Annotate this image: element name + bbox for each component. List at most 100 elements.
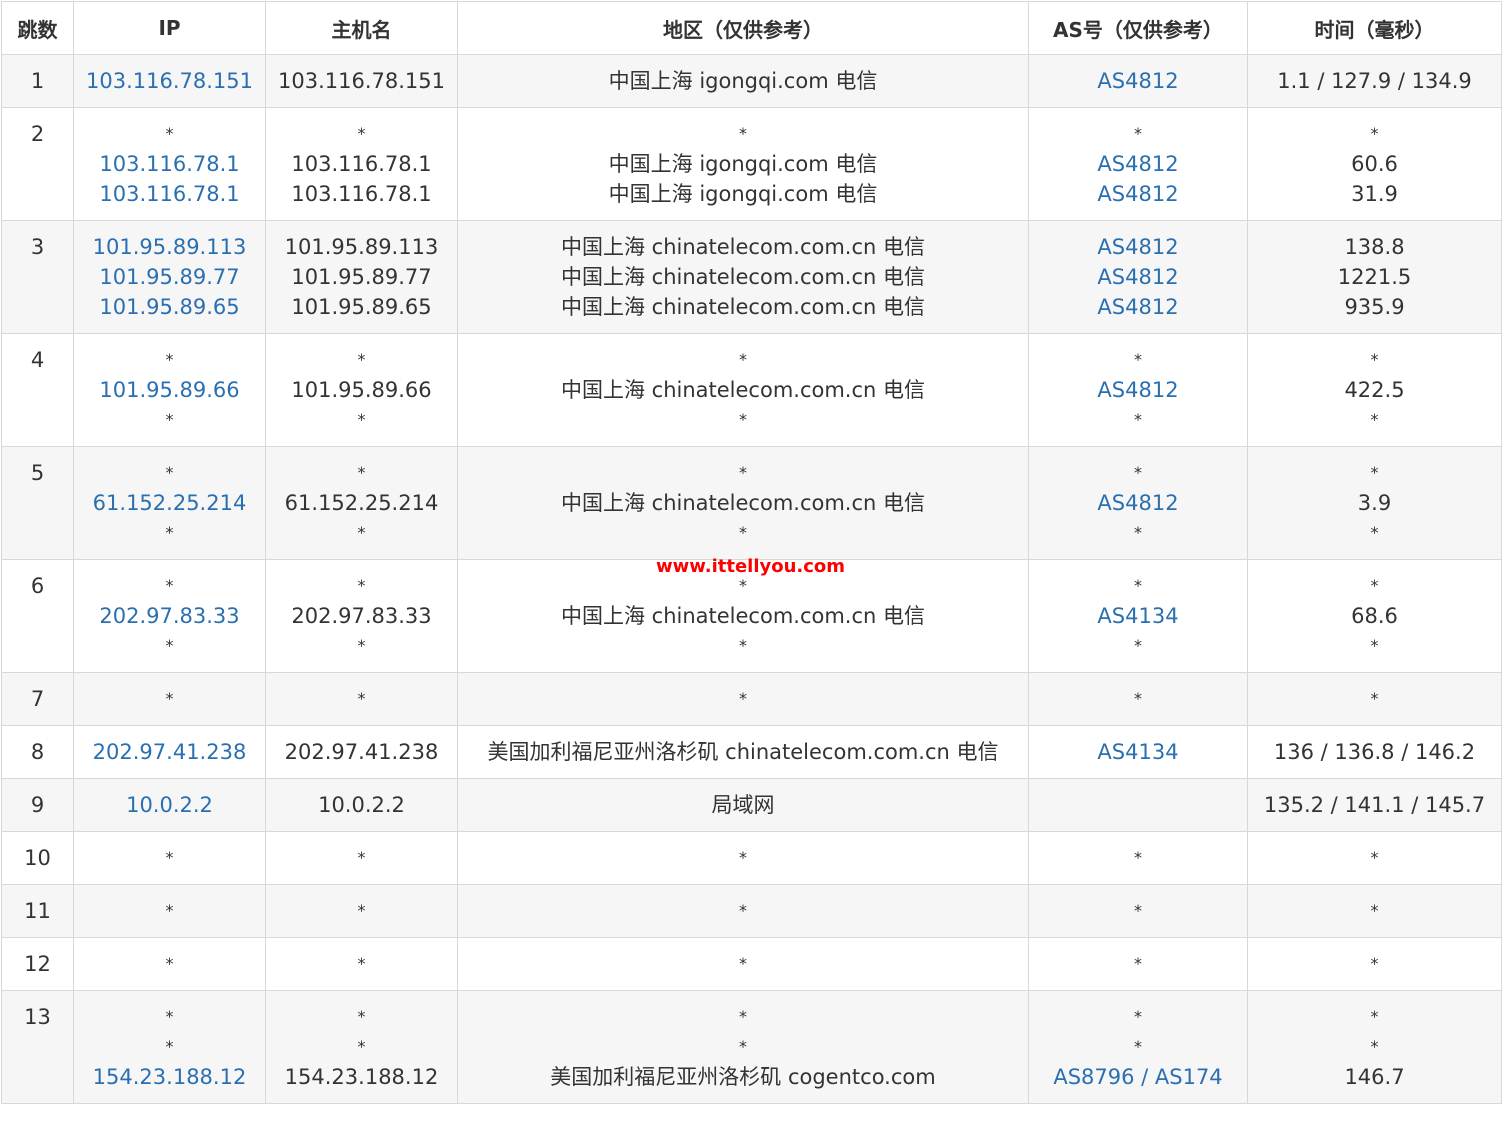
hostname-cell: 202.97.41.238	[265, 725, 458, 779]
region-value: 中国上海 igongqi.com 电信	[608, 182, 878, 206]
ip-value-link[interactable]: 61.152.25.214	[74, 488, 265, 518]
header-as: AS号（仅供参考）	[1028, 1, 1248, 55]
hop-cell: 8	[1, 725, 74, 779]
as-value-link[interactable]: AS4134	[1029, 601, 1247, 631]
region-value: 中国上海 chinatelecom.com.cn 电信	[560, 235, 926, 259]
table-row: 5 * 61.152.25.214 * * 61.152.25.214 * * 中国上海 chi…	[1, 446, 1502, 560]
ip-value-link[interactable]: 101.95.89.66	[74, 375, 265, 405]
as-value-link[interactable]: AS4812	[1029, 262, 1247, 292]
no-response-marker: *	[357, 350, 366, 369]
ip-value-link[interactable]: 103.116.78.151	[74, 66, 265, 96]
no-response-marker: *	[1134, 523, 1142, 542]
no-response-marker: *	[1370, 350, 1379, 369]
ip-value-link[interactable]: 202.97.83.33	[74, 601, 265, 631]
no-response-marker: *	[1134, 901, 1142, 920]
hop-cell: 4	[1, 333, 74, 447]
region-value: 中国上海 chinatelecom.com.cn 电信	[560, 491, 926, 515]
no-response-marker: *	[1370, 636, 1379, 655]
time-cell: * 68.6 *	[1247, 559, 1502, 673]
hostname-cell: * 103.116.78.1 103.116.78.1	[265, 107, 458, 221]
no-response-marker: *	[165, 636, 174, 655]
no-response-marker: *	[357, 901, 366, 920]
as-cell: * AS4812 AS4812	[1028, 107, 1248, 221]
ip-value-link[interactable]: 10.0.2.2	[74, 790, 265, 820]
no-response-marker: *	[357, 523, 366, 542]
as-value-link[interactable]: AS4812	[1029, 232, 1247, 262]
no-response-marker: *	[1134, 124, 1142, 143]
no-response-marker: *	[357, 1007, 366, 1026]
no-response-marker: *	[1134, 350, 1142, 369]
region-value: 中国上海 igongqi.com 电信	[608, 69, 878, 93]
host-value: 202.97.83.33	[291, 604, 432, 628]
time-cell: * 60.6 31.9	[1247, 107, 1502, 221]
no-response-marker: *	[739, 1007, 747, 1026]
no-response-marker: *	[165, 463, 174, 482]
time-cell: * 3.9 *	[1247, 446, 1502, 560]
as-value-link[interactable]: AS4134	[1029, 737, 1247, 767]
traceroute-table: 跳数 IP 主机名 地区（仅供参考） AS号（仅供参考） 时间（毫秒） 1 103…	[1, 1, 1502, 1104]
time-cell: *	[1247, 831, 1502, 885]
ip-value-link[interactable]: 202.97.41.238	[74, 737, 265, 767]
region-value: 美国加利福尼亚州洛杉矶 chinatelecom.com.cn 电信	[487, 740, 999, 764]
ip-value-link[interactable]: 154.23.188.12	[74, 1062, 265, 1092]
region-cell: 美国加利福尼亚州洛杉矶 chinatelecom.com.cn 电信	[457, 725, 1029, 779]
no-response-marker: *	[1370, 463, 1379, 482]
as-cell: *	[1028, 884, 1248, 938]
no-response-marker: *	[357, 576, 366, 595]
watermark-text: www.ittellyou.com	[656, 556, 846, 577]
time-cell: *	[1247, 937, 1502, 991]
no-response-marker: *	[739, 410, 747, 429]
no-response-marker: *	[357, 689, 366, 708]
as-value-link[interactable]: AS4812	[1029, 375, 1247, 405]
as-value-link[interactable]: AS4812	[1029, 179, 1247, 209]
hostname-cell: * 61.152.25.214 *	[265, 446, 458, 560]
region-cell: * * 美国加利福尼亚州洛杉矶 cogentco.com	[457, 990, 1029, 1104]
table-row: 10 * * * * *	[1, 831, 1502, 885]
ip-value-link[interactable]: 103.116.78.1	[74, 179, 265, 209]
as-value-link[interactable]: AS8796 / AS174	[1029, 1062, 1247, 1092]
as-cell: *	[1028, 672, 1248, 726]
no-response-marker: *	[165, 410, 174, 429]
as-value-link[interactable]: AS4812	[1029, 488, 1247, 518]
region-cell: * 中国上海 chinatelecom.com.cn 电信 *	[457, 446, 1029, 560]
region-cell: 中国上海 igongqi.com 电信	[457, 54, 1029, 108]
as-value-link[interactable]: AS4812	[1029, 292, 1247, 322]
no-response-marker: *	[739, 124, 747, 143]
no-response-marker: *	[739, 901, 747, 920]
ip-cell: 202.97.41.238	[73, 725, 266, 779]
ip-cell: *	[73, 831, 266, 885]
host-value: 103.116.78.1	[291, 182, 432, 206]
region-value: 局域网	[711, 793, 775, 817]
no-response-marker: *	[1370, 954, 1379, 973]
region-cell: 局域网	[457, 778, 1029, 832]
hop-cell: 10	[1, 831, 74, 885]
time-cell: 136 / 136.8 / 146.2	[1247, 725, 1502, 779]
no-response-marker: *	[357, 124, 366, 143]
time-cell: * 422.5 *	[1247, 333, 1502, 447]
hop-cell: 2	[1, 107, 74, 221]
time-cell: *	[1247, 884, 1502, 938]
hop-number: 11	[24, 899, 51, 923]
no-response-marker: *	[165, 1037, 174, 1056]
as-cell: * AS4812 *	[1028, 333, 1248, 447]
host-value: 202.97.41.238	[284, 740, 439, 764]
ip-value-link[interactable]: 103.116.78.1	[74, 149, 265, 179]
host-value: 103.116.78.151	[278, 69, 445, 93]
region-value: 中国上海 chinatelecom.com.cn 电信	[560, 604, 926, 628]
as-value-link[interactable]: AS4812	[1029, 66, 1247, 96]
ip-value-link[interactable]: 101.95.89.77	[74, 262, 265, 292]
time-value: 138.8	[1344, 235, 1405, 259]
ip-value-link[interactable]: 101.95.89.65	[74, 292, 265, 322]
ip-cell: 103.116.78.151	[73, 54, 266, 108]
no-response-marker: *	[1370, 523, 1379, 542]
table-row: 8 202.97.41.238 202.97.41.238 美国加利福尼亚州洛杉矶 c…	[1, 725, 1502, 779]
header-hostname: 主机名	[265, 1, 458, 55]
host-value: 10.0.2.2	[318, 793, 405, 817]
hop-number: 9	[30, 793, 45, 817]
hostname-cell: *	[265, 884, 458, 938]
ip-value-link[interactable]: 101.95.89.113	[74, 232, 265, 262]
region-cell: * 中国上海 chinatelecom.com.cn 电信 *	[457, 333, 1029, 447]
no-response-marker: *	[357, 410, 366, 429]
as-value-link[interactable]: AS4812	[1029, 149, 1247, 179]
ip-cell: *	[73, 884, 266, 938]
